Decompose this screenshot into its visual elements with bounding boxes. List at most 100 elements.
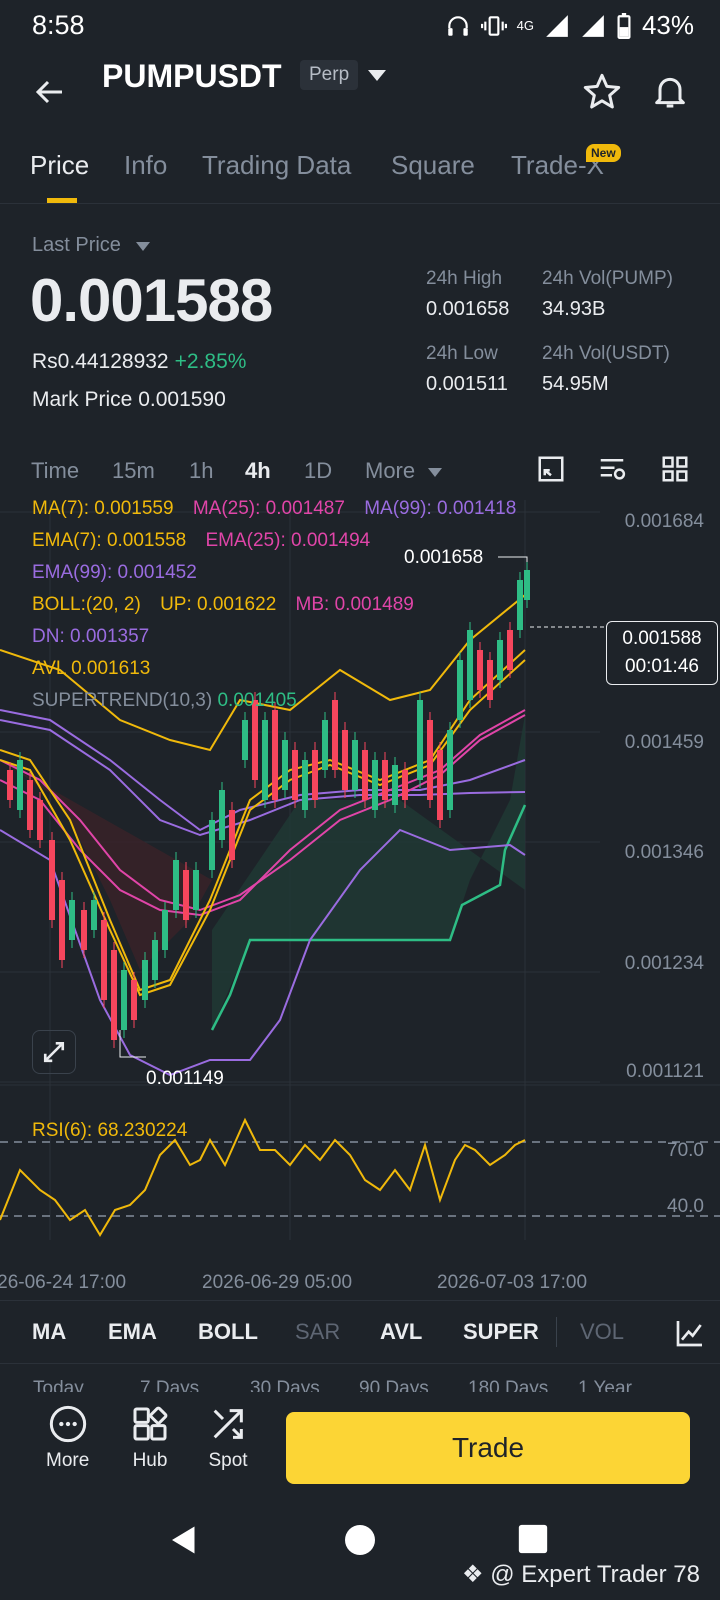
legend-ma-row: MA(7): 0.001559 MA(25): 0.001487 MA(99):… — [32, 498, 516, 520]
interval-1d[interactable]: 1D — [304, 458, 332, 484]
fiat-price: Rs0.44128932 — [32, 350, 169, 373]
candle-body — [447, 730, 453, 810]
nav-recents-icon[interactable] — [516, 1522, 550, 1556]
tab-price[interactable]: Price — [30, 150, 89, 181]
range-7d[interactable]: 7 Days — [140, 1378, 199, 1392]
interval-4h[interactable]: 4h — [245, 458, 271, 484]
hub-button[interactable]: Hub — [130, 1404, 170, 1472]
vibrate-icon — [480, 15, 507, 36]
high-value: 0.001658 — [426, 298, 510, 320]
indicator-tab-avl[interactable]: AVL — [380, 1319, 422, 1345]
indicator-tab-sar[interactable]: SAR — [295, 1319, 340, 1345]
candle-body — [101, 920, 107, 1000]
tab-trading-data[interactable]: Trading Data — [202, 150, 351, 181]
candle-body — [417, 700, 423, 780]
y-axis-label: 0.001684 — [624, 511, 704, 532]
vol-usdt-label: 24h Vol(USDT) — [542, 343, 670, 364]
candle-body — [183, 870, 189, 920]
tab-info[interactable]: Info — [124, 150, 167, 181]
candle-body — [272, 710, 278, 800]
legend-ema7: EMA(7): 0.001558 — [32, 530, 187, 551]
vol-usdt-value: 54.95M — [542, 373, 609, 395]
supertrend-fill — [212, 715, 525, 1030]
layout-grid-icon[interactable] — [660, 454, 690, 484]
candle-body — [427, 720, 433, 800]
x-axis-label: 2026-06-29 05:00 — [202, 1272, 353, 1293]
diamond-logo-icon: ❖ — [462, 1561, 484, 1588]
candle-body — [49, 840, 55, 920]
range-180d[interactable]: 180 Days — [468, 1378, 548, 1392]
candle-body — [524, 570, 530, 600]
active-tab-indicator — [47, 198, 77, 203]
candle-body — [322, 720, 328, 770]
interval-15m[interactable]: 15m — [112, 458, 155, 484]
candle-body — [59, 880, 65, 960]
indicator-tab-vol[interactable]: VOL — [580, 1319, 624, 1345]
indicator-tabs: MA EMA BOLL SAR AVL SUPER VOL — [0, 1300, 720, 1364]
tab-square[interactable]: Square — [391, 150, 475, 181]
candle-body — [402, 770, 408, 800]
candle-body — [219, 790, 225, 840]
candle-body — [173, 860, 179, 910]
signal-icon — [546, 14, 568, 37]
range-90d[interactable]: 90 Days — [359, 1378, 429, 1392]
candle-body — [507, 630, 513, 670]
more-button[interactable]: More — [46, 1404, 89, 1472]
indicator-tab-ma[interactable]: MA — [32, 1319, 66, 1345]
new-badge: New — [586, 144, 621, 162]
spot-button[interactable]: Spot — [208, 1404, 248, 1472]
candle-body — [111, 950, 117, 1040]
nav-home-icon[interactable] — [342, 1522, 378, 1558]
mark-price-value: 0.001590 — [138, 388, 226, 411]
last-price-dropdown-icon[interactable] — [136, 242, 150, 251]
alert-bell-icon[interactable] — [650, 70, 690, 112]
current-price-value: 0.001588 — [622, 628, 702, 649]
y-axis-label: 0.001459 — [624, 732, 704, 753]
interval-time[interactable]: Time — [31, 458, 79, 484]
tabs-divider — [556, 1317, 557, 1347]
indicator-settings-icon[interactable] — [597, 454, 627, 484]
candle-body — [229, 810, 235, 860]
candle-body — [142, 960, 148, 1000]
trade-button[interactable]: Trade — [286, 1412, 690, 1484]
status-bar: 8:58 4G 43% — [0, 0, 720, 52]
candle-body — [332, 700, 338, 770]
symbol-dropdown-icon[interactable] — [368, 70, 386, 81]
last-price-label[interactable]: Last Price — [32, 234, 121, 257]
indicator-tab-boll[interactable]: BOLL — [198, 1319, 258, 1345]
price-chart[interactable] — [0, 500, 720, 1280]
spot-switch-icon — [213, 1409, 243, 1439]
x-axis: 2026-06-24 17:00 2026-06-29 05:00 2026-0… — [0, 1272, 720, 1296]
interval-1h[interactable]: 1h — [189, 458, 213, 484]
indicator-chart-icon[interactable] — [674, 1317, 706, 1349]
candle-body — [81, 910, 87, 950]
back-arrow-icon[interactable] — [30, 72, 70, 112]
favorite-star-icon[interactable] — [582, 72, 622, 112]
range-30d[interactable]: 30 Days — [250, 1378, 320, 1392]
signal-icon-2 — [582, 14, 604, 37]
spot-label: Spot — [208, 1450, 248, 1471]
range-1y[interactable]: 1 Year — [578, 1378, 632, 1392]
rsi-level-70: 70.0 — [667, 1140, 704, 1161]
indicator-tab-super[interactable]: SUPER — [463, 1319, 539, 1345]
candle-body — [242, 720, 248, 760]
rsi-label: RSI(6): 68.230224 — [32, 1120, 188, 1141]
fullscreen-button[interactable] — [32, 1030, 76, 1074]
battery-icon — [617, 12, 631, 39]
interval-more[interactable]: More — [365, 458, 415, 484]
legend-supertrend-row: SUPERTREND(10,3) 0.001405 — [32, 690, 297, 712]
more-caret-icon[interactable] — [428, 468, 442, 477]
candle-body — [372, 760, 378, 810]
nav-back-icon[interactable] — [166, 1522, 202, 1558]
range-today[interactable]: Today — [33, 1378, 84, 1392]
candle-body — [457, 660, 463, 720]
headphones-icon — [447, 15, 468, 36]
legend-avl: AVL 0.001613 — [32, 658, 151, 679]
symbol-title[interactable]: PUMPUSDT — [102, 58, 282, 95]
high-marker: 0.001658 — [404, 547, 484, 568]
expand-icon — [43, 1041, 65, 1063]
indicator-tab-ema[interactable]: EMA — [108, 1319, 157, 1345]
legend-ema99: EMA(99): 0.001452 — [32, 562, 197, 583]
contract-type-badge[interactable]: Perp — [300, 60, 359, 90]
chart-settings-icon[interactable] — [536, 454, 566, 484]
